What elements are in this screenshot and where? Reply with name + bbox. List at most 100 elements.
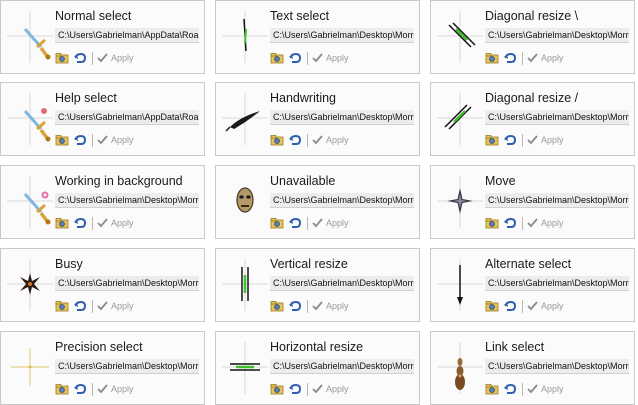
browse-folder-icon[interactable] [270,52,284,64]
undo-icon[interactable] [503,383,517,395]
cursor-path-field[interactable]: C:\Users\Gabrielman\Desktop\Morrowi [270,28,414,43]
apply-button[interactable]: Apply [527,135,564,145]
cursor-preview[interactable] [437,338,483,396]
undo-icon[interactable] [73,300,87,312]
cursor-path-field[interactable]: C:\Users\Gabrielman\Desktop\Morrowi [485,276,629,291]
cursor-preview[interactable] [437,89,483,147]
apply-button[interactable]: Apply [527,301,564,311]
cursor-path-field[interactable]: C:\Users\Gabrielman\Desktop\Morrowi [55,276,199,291]
cursor-card-text-select: Text select C:\Users\Gabrielman\Desktop\… [215,0,420,74]
browse-folder-icon[interactable] [485,300,499,312]
cursor-preview[interactable] [7,172,53,230]
cursor-path-field[interactable]: C:\Users\Gabrielman\Desktop\Morrowi [55,193,199,208]
cursor-actions: Apply [55,215,134,231]
browse-folder-icon[interactable] [55,52,69,64]
browse-folder-icon[interactable] [485,52,499,64]
undo-icon[interactable] [288,134,302,146]
browse-folder-icon[interactable] [270,300,284,312]
undo-icon[interactable] [288,52,302,64]
apply-label: Apply [326,53,349,63]
apply-button[interactable]: Apply [312,135,349,145]
cursor-path-field[interactable]: C:\Users\Gabrielman\Desktop\Morrowi [485,110,629,125]
apply-button[interactable]: Apply [312,301,349,311]
divider [92,216,93,230]
cursor-preview[interactable] [7,338,53,396]
browse-folder-icon[interactable] [485,383,499,395]
browse-folder-icon[interactable] [55,217,69,229]
cursor-preview[interactable] [222,338,268,396]
cursor-preview[interactable] [222,7,268,65]
horizontal-resize-icon [222,342,268,394]
undo-icon[interactable] [73,52,87,64]
cursor-actions: Apply [485,215,564,231]
cursor-path-field[interactable]: C:\Users\Gabrielman\Desktop\Morrowi [485,359,629,374]
apply-button[interactable]: Apply [312,384,349,394]
cursor-preview[interactable] [437,7,483,65]
cursor-preview[interactable] [222,255,268,313]
cursor-preview[interactable] [437,172,483,230]
crosshair-icon [11,348,49,386]
cursor-title: Busy [55,257,83,271]
cursor-path-field[interactable]: C:\Users\Gabrielman\Desktop\Morrowi [270,193,414,208]
cursor-preview[interactable] [7,255,53,313]
undo-icon[interactable] [73,383,87,395]
cursor-path-field[interactable]: C:\Users\Gabrielman\Desktop\Morrowi [485,28,629,43]
cursor-path-field[interactable]: C:\Users\Gabrielman\AppData\Roamin [55,110,199,125]
apply-button[interactable]: Apply [97,135,134,145]
apply-button[interactable]: Apply [97,384,134,394]
browse-folder-icon[interactable] [485,134,499,146]
cursor-actions: Apply [270,132,349,148]
cursor-path-field[interactable]: C:\Users\Gabrielman\AppData\Roamin [55,28,199,43]
cursor-card-busy: Busy C:\Users\Gabrielman\Desktop\Morrowi… [0,248,205,322]
cursor-actions: Apply [55,298,134,314]
cursor-card-precision-select: Precision select C:\Users\Gabrielman\Des… [0,331,205,405]
cursor-preview[interactable] [222,89,268,147]
cursor-card-diagonal-resize: Diagonal resize / C:\Users\Gabrielman\De… [430,82,635,156]
divider [522,382,523,396]
apply-button[interactable]: Apply [527,53,564,63]
undo-icon[interactable] [503,217,517,229]
cursor-actions: Apply [485,381,564,397]
undo-icon[interactable] [73,134,87,146]
undo-icon[interactable] [288,383,302,395]
cursor-path-field[interactable]: C:\Users\Gabrielman\Desktop\Morrowi [485,193,629,208]
browse-folder-icon[interactable] [485,217,499,229]
cursor-path-field[interactable]: C:\Users\Gabrielman\Desktop\Morrowi [270,276,414,291]
apply-button[interactable]: Apply [97,218,134,228]
undo-icon[interactable] [73,217,87,229]
cursor-path-field[interactable]: C:\Users\Gabrielman\Desktop\Morrowi [270,110,414,125]
undo-icon[interactable] [503,300,517,312]
cursor-preview[interactable] [7,89,53,147]
apply-button[interactable]: Apply [527,384,564,394]
mask-icon [236,187,254,213]
cursor-preview[interactable] [7,7,53,65]
cursor-path-field[interactable]: C:\Users\Gabrielman\Desktop\Morrowi [270,359,414,374]
apply-label: Apply [111,135,134,145]
cursor-preview[interactable] [222,172,268,230]
cursor-preview[interactable] [437,255,483,313]
apply-button[interactable]: Apply [527,218,564,228]
browse-folder-icon[interactable] [55,134,69,146]
apply-button[interactable]: Apply [97,53,134,63]
apply-button[interactable]: Apply [97,301,134,311]
undo-icon[interactable] [503,134,517,146]
cursor-title: Handwriting [270,91,337,105]
undo-icon[interactable] [288,217,302,229]
apply-button[interactable]: Apply [312,218,349,228]
cursor-path-field[interactable]: C:\Users\Gabrielman\Desktop\Morrowi [55,359,199,374]
browse-folder-icon[interactable] [55,383,69,395]
browse-folder-icon[interactable] [270,383,284,395]
cursor-title: Vertical resize [270,257,348,271]
apply-label: Apply [541,135,564,145]
divider [92,382,93,396]
browse-folder-icon[interactable] [270,134,284,146]
undo-icon[interactable] [288,300,302,312]
browse-folder-icon[interactable] [270,217,284,229]
cursor-card-help-select: Help select C:\Users\Gabrielman\AppData\… [0,82,205,156]
apply-label: Apply [111,218,134,228]
undo-icon[interactable] [503,52,517,64]
divider [92,299,93,313]
browse-folder-icon[interactable] [55,300,69,312]
apply-button[interactable]: Apply [312,53,349,63]
cursor-actions: Apply [270,50,349,66]
